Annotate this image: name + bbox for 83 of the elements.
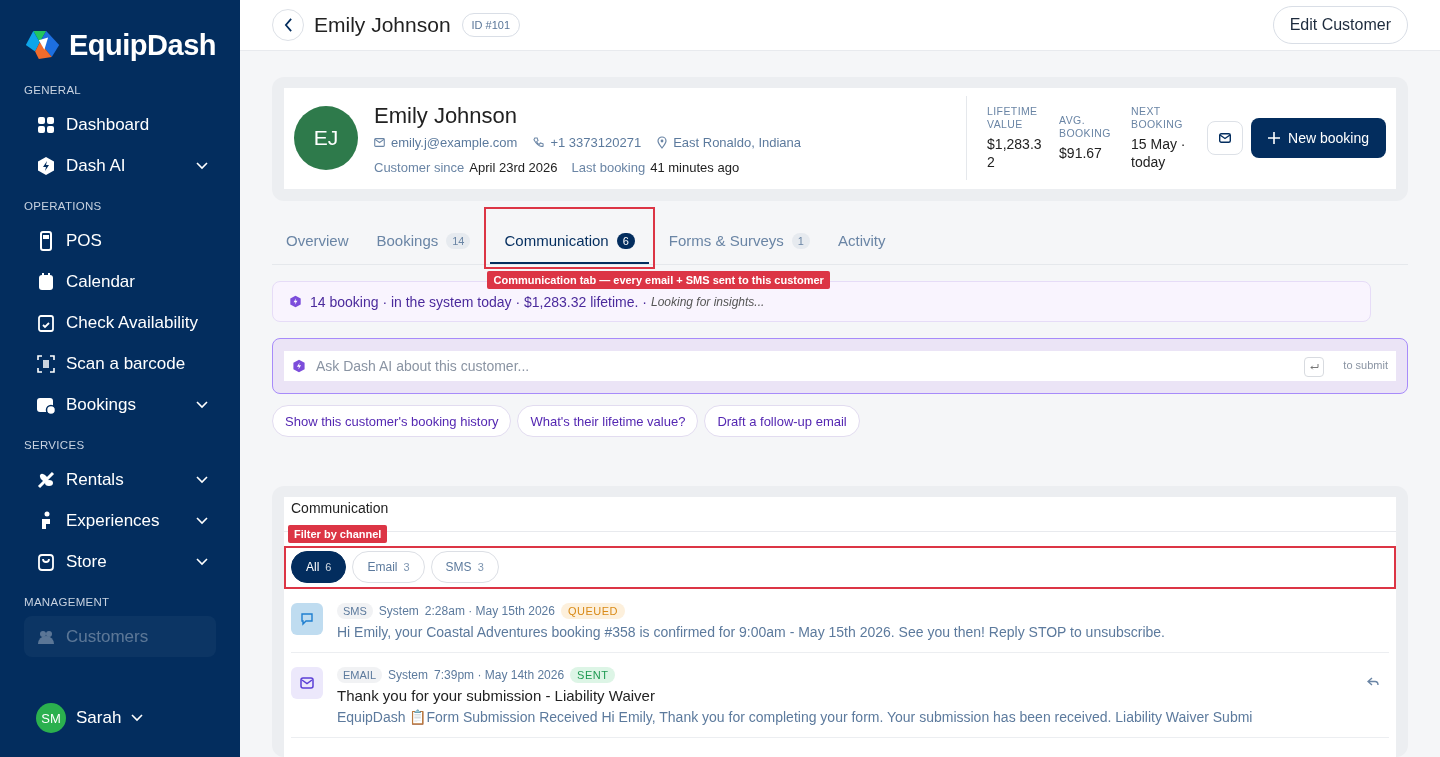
ai-hexagon-icon xyxy=(292,359,306,373)
meta-label: Customer since xyxy=(374,160,465,175)
customer-name: Emily Johnson xyxy=(374,103,519,129)
suggestion-chip[interactable]: Draft a follow-up email xyxy=(704,405,860,437)
plus-icon xyxy=(1268,132,1281,144)
location-pin-icon xyxy=(657,136,668,149)
tab[interactable]: Forms & Surveys 1 xyxy=(654,219,824,264)
stat-label: AVG. BOOKING xyxy=(1059,113,1112,142)
reply-icon[interactable] xyxy=(1367,677,1379,687)
meta-value: April 23rd 2026 xyxy=(469,160,558,175)
tab[interactable]: Communication 6 xyxy=(490,219,649,264)
customer-location: East Ronaldo, Indiana xyxy=(673,135,802,150)
stat-label: LIFETIME VALUE xyxy=(987,104,1039,132)
chevron-down-icon xyxy=(131,714,144,722)
bag-icon xyxy=(36,551,56,572)
message-author: System xyxy=(388,668,429,682)
stat-value: 15 May · today xyxy=(1131,134,1187,172)
new-booking-button[interactable]: New booking xyxy=(1251,118,1386,158)
mail-icon xyxy=(374,138,385,147)
edit-customer-button[interactable]: Edit Customer xyxy=(1272,6,1408,44)
back-button[interactable] xyxy=(272,9,304,41)
enter-key-icon xyxy=(1304,357,1324,377)
annotation-label: Communication tab — every email + SMS sent to this customer xyxy=(487,271,830,289)
suggestion-chip[interactable]: What's their lifetime value? xyxy=(517,405,699,437)
nav-item[interactable]: POS xyxy=(24,220,216,261)
email-button[interactable] xyxy=(1207,121,1244,155)
tab[interactable]: Bookings 14 xyxy=(362,219,485,264)
nav-item[interactable]: Dashboard xyxy=(24,104,216,145)
logo-icon xyxy=(24,28,62,62)
section-title: MANAGEMENT xyxy=(24,596,111,608)
message-body: Hi Emily, your Coastal Adventures booking #358 is confirmed for 9:00am - May 15th 2026. See you then! Reply STOP to unsubscribe. xyxy=(337,624,1166,640)
filter-pill[interactable]: Email 3 xyxy=(352,551,425,583)
calendar-icon xyxy=(36,271,56,292)
insight-status: Looking for insights... xyxy=(650,294,765,309)
message-author: System xyxy=(378,604,419,618)
nav-item[interactable]: Bookings xyxy=(24,384,216,425)
message-subject: Thank you for your submission - Liability Waiver xyxy=(337,687,656,704)
message-body: EquipDash 📋Form Submission Received Hi Emily, Thank you for completing your form. Your submission has been received. Liability Waiver Submi xyxy=(337,709,1254,725)
tab[interactable]: Overview xyxy=(272,219,363,264)
filter-pill[interactable]: All 6 xyxy=(291,551,347,583)
barcode-icon xyxy=(36,353,56,374)
user-name: Sarah xyxy=(76,708,122,728)
customer-email: emily.j@example.com xyxy=(391,135,518,150)
status-tag: QUEUED xyxy=(560,603,625,619)
customer-avatar: EJ xyxy=(294,106,358,170)
message-time: 2:28am · May 15th 2026 xyxy=(424,604,555,618)
channel-tag: EMAIL xyxy=(337,667,382,683)
nav-item[interactable]: Scan a barcode xyxy=(24,343,216,384)
nav-item[interactable]: Store xyxy=(24,541,216,582)
section-title: GENERAL xyxy=(24,84,83,96)
brand-name: EquipDash xyxy=(69,28,216,62)
meta-value: 41 minutes ago xyxy=(650,160,740,175)
nav-item[interactable]: Rentals xyxy=(24,459,216,500)
filter-pill[interactable]: SMS 3 xyxy=(430,551,499,583)
nav-item[interactable]: Experiences xyxy=(24,500,216,541)
section-title: SERVICES xyxy=(24,439,86,451)
customer-phone: +1 3373120271 xyxy=(550,135,642,150)
message-time: 7:39pm · May 14th 2026 xyxy=(434,668,565,682)
tab[interactable]: Activity xyxy=(824,219,900,264)
ai-hexagon-icon xyxy=(289,295,302,308)
stat-label: NEXT BOOKING xyxy=(1131,104,1184,132)
stat-value: $91.67 xyxy=(1059,144,1103,163)
section-title: OPERATIONS xyxy=(24,200,103,212)
status-tag: SENT xyxy=(570,667,616,683)
channel-tag: SMS xyxy=(337,603,373,619)
phone-icon xyxy=(533,137,545,148)
user-avatar: SM xyxy=(36,703,66,733)
nav-item[interactable]: Calendar xyxy=(24,261,216,302)
page-title: Emily Johnson xyxy=(314,13,451,37)
stat-value: $1,283.32 xyxy=(987,134,1043,172)
chevron-left-icon xyxy=(283,18,293,32)
nav-item[interactable]: Dash AI xyxy=(24,145,216,186)
chat-bubble-icon xyxy=(291,603,323,635)
hex-icon xyxy=(36,155,56,176)
mail-icon xyxy=(291,667,323,699)
mail-icon xyxy=(1219,133,1232,143)
submit-hint: to submit xyxy=(1343,359,1388,371)
suggestion-chip[interactable]: Show this customer's booking history xyxy=(272,405,512,437)
grid-icon xyxy=(36,114,56,135)
nav-item[interactable]: Check Availability xyxy=(24,302,216,343)
meta-label: Last booking xyxy=(571,160,646,175)
annotation-label: Filter by channel xyxy=(288,525,388,543)
insight-text: 14 booking · in the system today · $1,283.32 lifetime. · xyxy=(310,293,647,310)
